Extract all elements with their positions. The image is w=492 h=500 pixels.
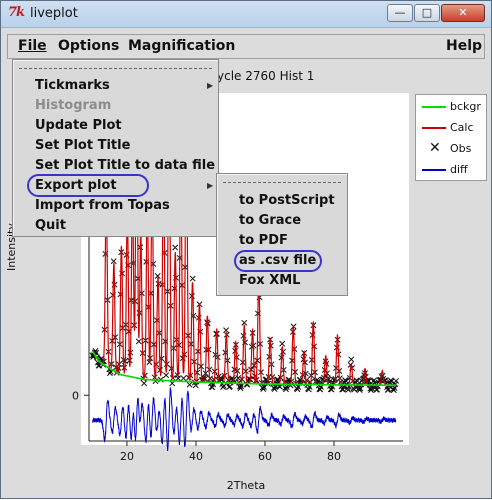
- menu-item-update-plot[interactable]: Update Plot: [35, 118, 122, 133]
- menu-item-to-grace[interactable]: to Grace: [239, 213, 301, 228]
- menu-item-tickmarks[interactable]: Tickmarks: [35, 78, 110, 93]
- legend-swatch-diff: [422, 169, 446, 171]
- legend: bckgr Calc ✕ Obs diff: [415, 94, 487, 181]
- x-axis-label: 2Theta: [227, 479, 266, 492]
- legend-label: bckgr: [450, 100, 481, 113]
- x-tick-label: 40: [189, 450, 203, 463]
- menu-item-set-plot-title[interactable]: Set Plot Title: [35, 138, 130, 153]
- menu-item-import-topas[interactable]: Import from Topas: [35, 198, 170, 213]
- menu-item-to-postscript[interactable]: to PostScript: [239, 193, 335, 208]
- x-tick-label: 20: [120, 450, 134, 463]
- tearoff-line[interactable]: [223, 182, 341, 183]
- x-tick-label: 60: [258, 450, 272, 463]
- legend-item-obs: ✕ Obs: [416, 139, 488, 159]
- x-tick-label: 80: [327, 450, 341, 463]
- legend-swatch-bckgr: [422, 106, 446, 108]
- x-marker-icon: ✕: [429, 140, 441, 156]
- app-window: 7k liveplot — □ ✕ File Options Magnifica…: [0, 0, 492, 499]
- y-tick-label: 0: [72, 389, 79, 402]
- legend-label: Obs: [450, 142, 472, 155]
- legend-item-diff: diff: [416, 160, 488, 180]
- menu-item-to-pdf[interactable]: to PDF: [239, 233, 288, 248]
- tearoff-line[interactable]: [19, 68, 212, 69]
- menu-item-set-plot-title-data-file[interactable]: Set Plot Title to data file: [35, 158, 215, 173]
- submenu-arrow-icon: ▶: [207, 181, 214, 190]
- menu-item-fox-xml[interactable]: Fox XML: [239, 273, 300, 288]
- file-menu: Tickmarks ▶ Histogram Update Plot Set Pl…: [12, 59, 219, 237]
- export-submenu: to PostScript to Grace to PDF as .csv fi…: [216, 173, 348, 296]
- legend-label: diff: [450, 163, 468, 176]
- legend-swatch-calc: [422, 127, 446, 129]
- highlight-oval: [27, 174, 149, 197]
- legend-item-calc: Calc: [416, 118, 488, 138]
- highlight-oval: [234, 250, 322, 272]
- legend-label: Calc: [450, 121, 474, 134]
- menu-item-histogram: Histogram: [35, 98, 112, 113]
- legend-item-bckgr: bckgr: [416, 97, 488, 117]
- submenu-arrow-icon: ▶: [207, 81, 214, 90]
- menu-item-quit[interactable]: Quit: [35, 218, 66, 233]
